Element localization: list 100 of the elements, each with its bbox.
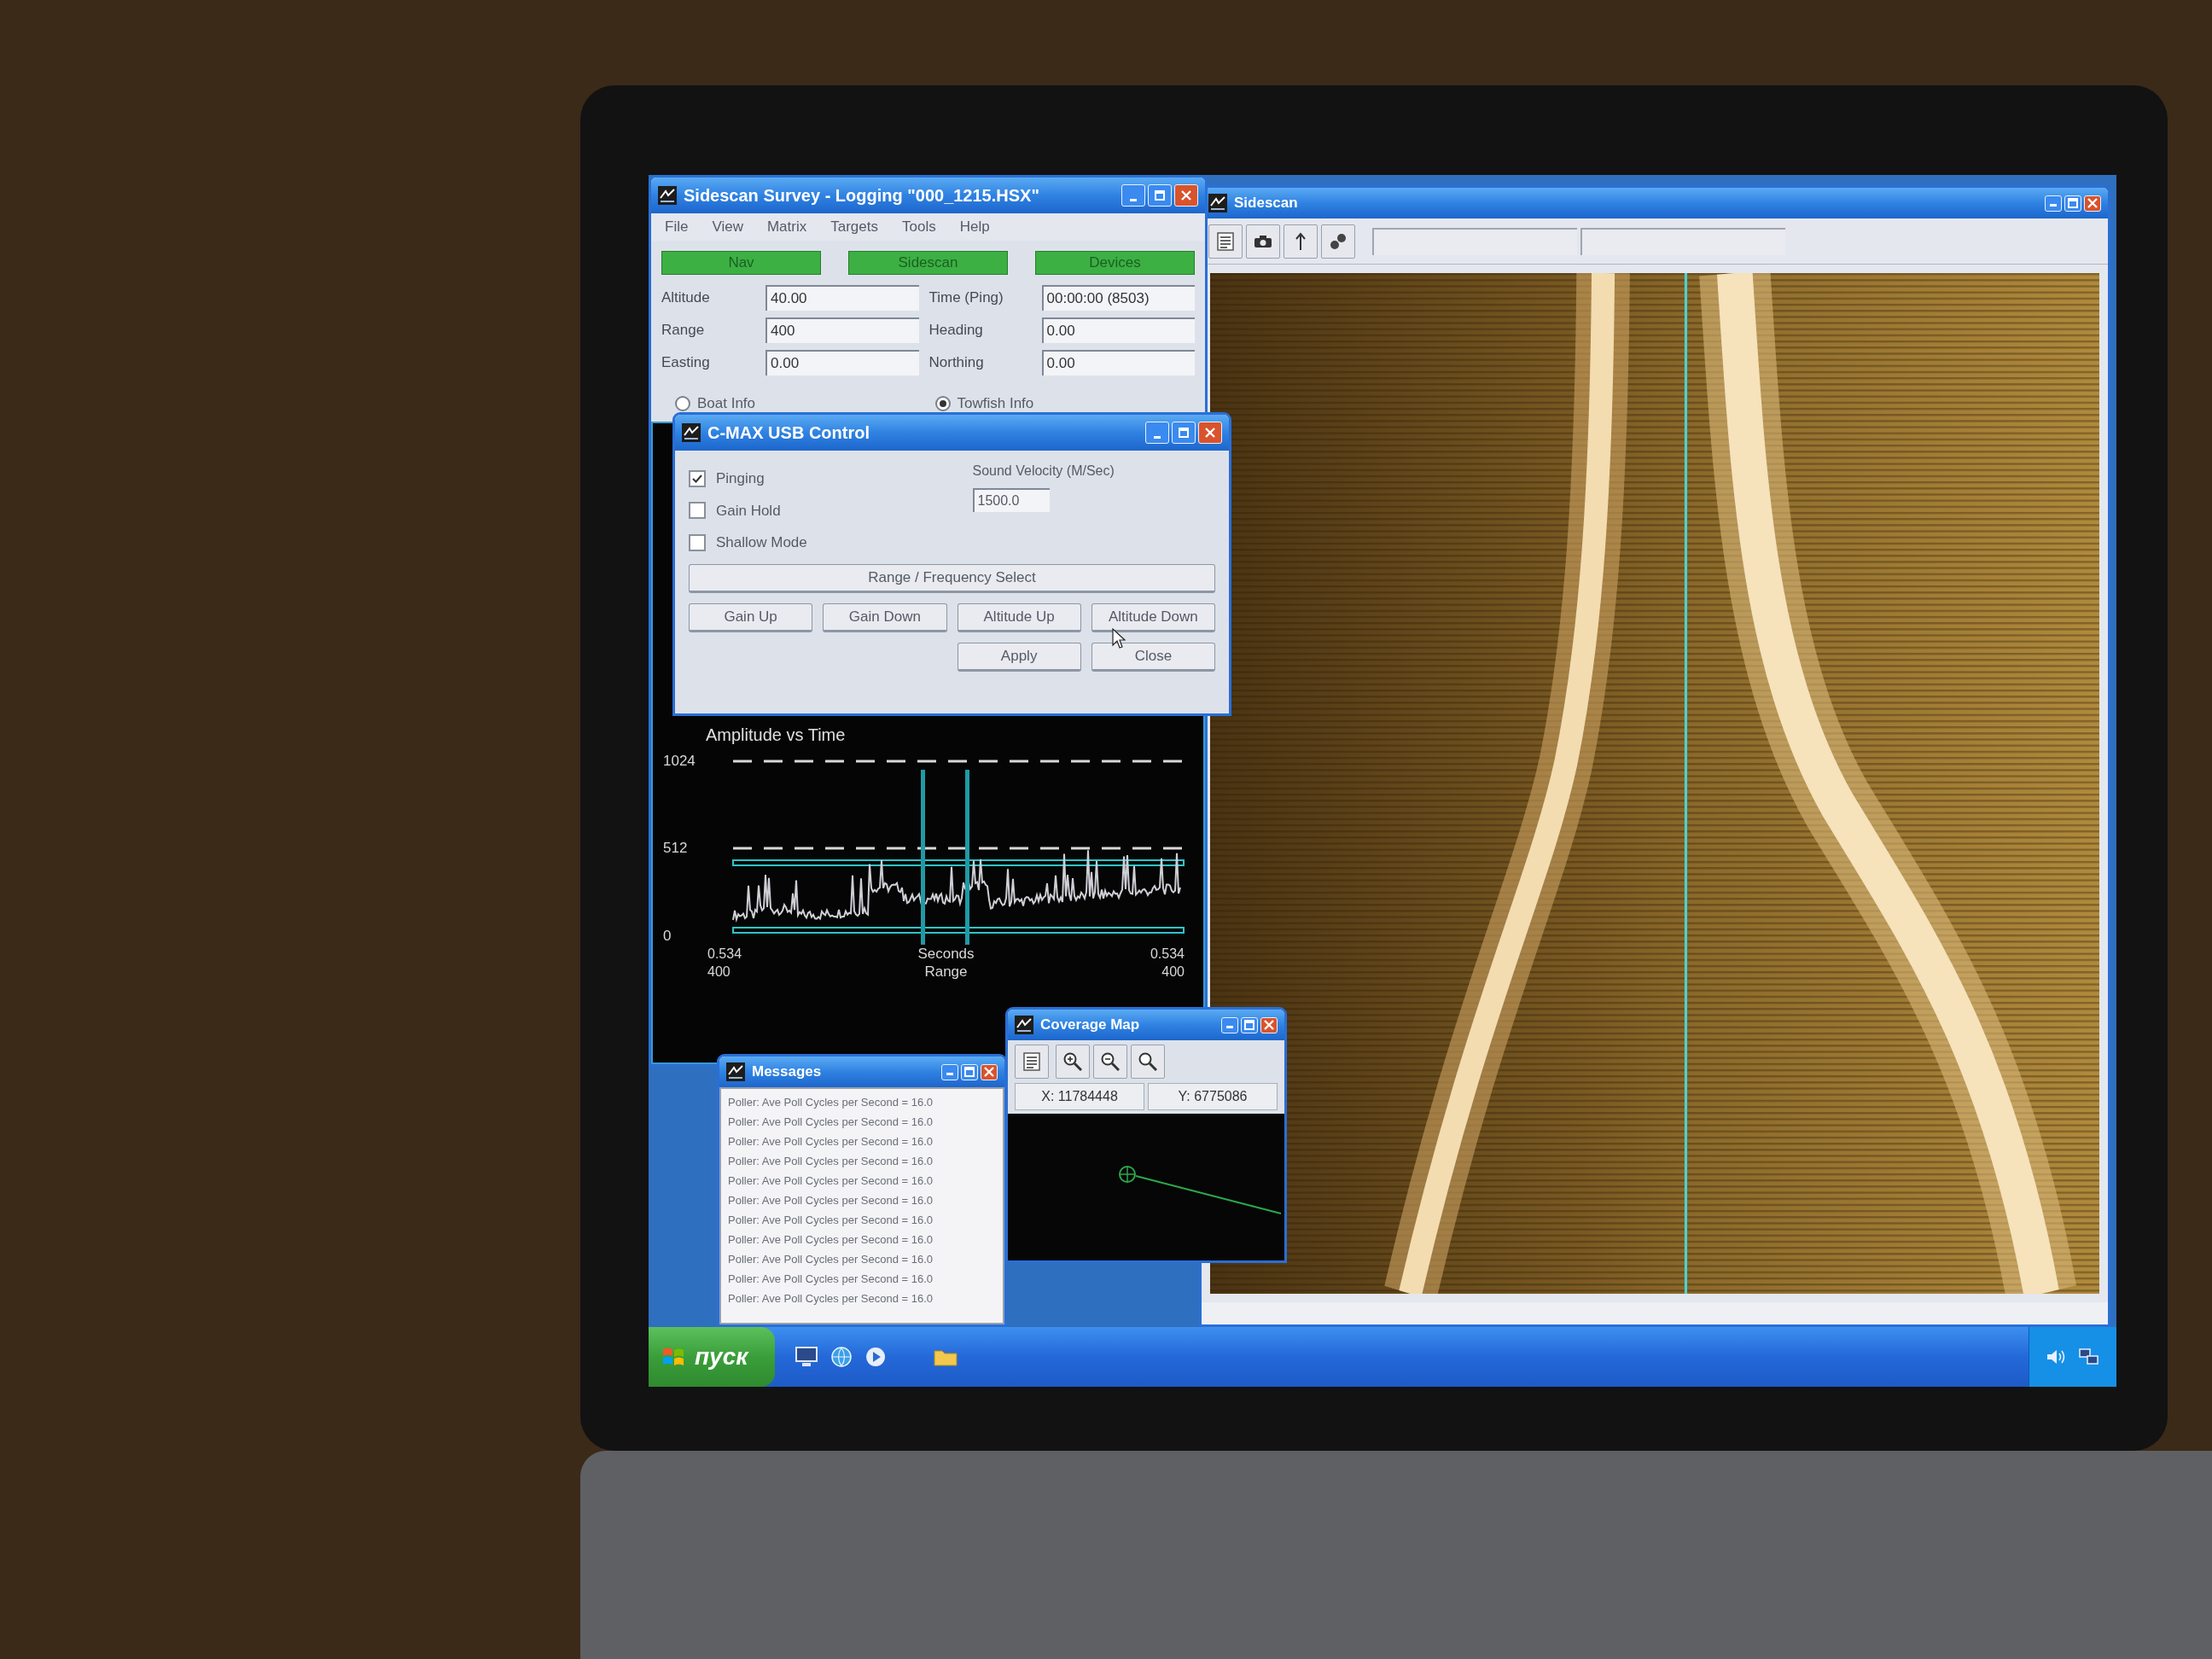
checkbox[interactable]: [689, 502, 706, 520]
arrow-up-icon: [1295, 231, 1306, 251]
minimize-button[interactable]: [1221, 1016, 1238, 1033]
coordinate-field: Y: 6775086: [1148, 1083, 1278, 1110]
field-label: Northing: [928, 353, 985, 373]
text-field[interactable]: 1500.0: [972, 488, 1050, 512]
axis-tick-label: 512: [663, 840, 689, 857]
text-field[interactable]: 0.00: [1041, 350, 1195, 375]
message-line: Poller: Ave Poll Cycles per Second = 16.0: [728, 1193, 934, 1208]
minimize-icon: [1130, 199, 1137, 201]
text-field[interactable]: 400: [765, 317, 919, 343]
message-line: Poller: Ave Poll Cycles per Second = 16.0: [728, 1213, 934, 1228]
minimize-icon: [2050, 203, 2057, 207]
close-icon: [1205, 428, 1215, 438]
dots-button[interactable]: [1321, 224, 1355, 259]
text-field[interactable]: 0.00: [765, 350, 919, 375]
axis-tick-label: 0: [663, 927, 672, 945]
maximize-button[interactable]: [1241, 1016, 1258, 1033]
dialog-button[interactable]: Apply: [957, 642, 1081, 672]
minimize-button[interactable]: [1121, 184, 1145, 207]
monitor-icon[interactable]: [795, 1347, 818, 1367]
axis-label: Seconds: [917, 944, 975, 963]
close-button[interactable]: [981, 1063, 998, 1080]
field-label: Altitude: [661, 288, 711, 308]
checkbox[interactable]: [689, 533, 706, 551]
text-field[interactable]: 0.00: [1041, 317, 1195, 343]
field-label: Range: [661, 321, 706, 341]
radio-button[interactable]: [675, 395, 690, 411]
maximize-button[interactable]: [1172, 422, 1196, 444]
close-button[interactable]: [2084, 195, 2101, 212]
message-line: Poller: Ave Poll Cycles per Second = 16.0: [728, 1173, 934, 1189]
message-line: Poller: Ave Poll Cycles per Second = 16.0: [728, 1134, 934, 1150]
axis-value: 400: [707, 963, 731, 981]
camera-icon: [1254, 234, 1272, 248]
message-line: Poller: Ave Poll Cycles per Second = 16.0: [728, 1115, 934, 1130]
axis-value: 400: [1161, 963, 1185, 981]
minimize-button[interactable]: [941, 1063, 958, 1080]
play-icon[interactable]: [865, 1347, 887, 1367]
arrow-up-button[interactable]: [1284, 224, 1318, 259]
minimize-button[interactable]: [1145, 422, 1169, 444]
window-title: Sidescan Survey - Logging "000_1215.HSX": [684, 185, 1039, 207]
close-icon: [1264, 1020, 1274, 1030]
speaker-icon[interactable]: [2046, 1348, 2065, 1365]
mouse-pointer-icon: [1112, 628, 1126, 649]
menu-item[interactable]: Targets: [830, 216, 878, 238]
dialog-button[interactable]: Gain Down: [823, 602, 947, 632]
zoom-in-button[interactable]: [1056, 1045, 1090, 1079]
dialog-button[interactable]: Gain Up: [689, 602, 813, 632]
maximize-button[interactable]: [2064, 195, 2081, 212]
menu-item[interactable]: Tools: [902, 216, 936, 238]
maximize-button[interactable]: [961, 1063, 978, 1080]
maximize-button[interactable]: [1148, 184, 1172, 207]
message-line: Poller: Ave Poll Cycles per Second = 16.0: [728, 1272, 934, 1287]
field-label: Easting: [661, 353, 711, 373]
close-button[interactable]: [1260, 1016, 1278, 1033]
axis-value: 0.534: [1150, 945, 1185, 963]
message-line: Poller: Ave Poll Cycles per Second = 16.0: [728, 1252, 934, 1267]
start-button[interactable]: пуск: [649, 1327, 776, 1387]
list-button[interactable]: [1015, 1045, 1049, 1079]
menu-item[interactable]: File: [665, 216, 689, 238]
folder-icon[interactable]: [934, 1348, 958, 1366]
message-line: Poller: Ave Poll Cycles per Second = 16.0: [728, 1291, 934, 1307]
maximize-icon: [1244, 1020, 1254, 1030]
flag-icon: [662, 1347, 684, 1367]
field-label: Time (Ping): [928, 288, 1004, 308]
close-icon: [1181, 190, 1191, 201]
dialog-button[interactable]: Altitude Down: [1091, 602, 1215, 632]
window-title: Coverage Map: [1040, 1016, 1140, 1035]
text-field[interactable]: 40.00: [765, 285, 919, 311]
range-frequency-button[interactable]: Range / Frequency Select: [689, 563, 1215, 593]
close-button[interactable]: [1174, 184, 1198, 207]
list-button[interactable]: [1208, 224, 1243, 259]
window-title: C-MAX USB Control: [707, 422, 870, 444]
dialog-button[interactable]: Close: [1091, 642, 1215, 672]
axis-label: Range: [924, 962, 968, 981]
menu-item[interactable]: Matrix: [766, 216, 807, 238]
close-button[interactable]: [1198, 422, 1222, 444]
axis-tick-label: 1024: [663, 752, 696, 770]
app-icon: [682, 423, 701, 442]
zoom-out-button[interactable]: [1093, 1045, 1127, 1079]
close-icon: [984, 1067, 994, 1077]
network-icon[interactable]: [2079, 1348, 2099, 1365]
maximize-icon: [964, 1067, 975, 1077]
maximize-icon: [1179, 428, 1189, 438]
text-field[interactable]: 00:00:00 (8503): [1041, 285, 1195, 311]
checkbox[interactable]: [689, 469, 706, 487]
globe-icon[interactable]: [831, 1347, 853, 1367]
menu-item[interactable]: View: [712, 216, 743, 238]
zoom-out-icon: [1101, 1052, 1120, 1071]
field-label: Sound Velocity (M/Sec): [972, 463, 1115, 480]
minimize-button[interactable]: [2045, 195, 2062, 212]
crosshair-marker-icon: [1119, 1166, 1136, 1183]
dialog-button[interactable]: Altitude Up: [957, 602, 1081, 632]
message-line: Poller: Ave Poll Cycles per Second = 16.0: [728, 1232, 934, 1248]
checkbox-label: Pinging: [716, 469, 765, 488]
magnifier-button[interactable]: [1131, 1045, 1165, 1079]
radio-button[interactable]: [934, 395, 951, 411]
list-icon: [1023, 1052, 1040, 1071]
camera-button[interactable]: [1246, 224, 1280, 259]
menu-item[interactable]: Help: [959, 216, 990, 238]
